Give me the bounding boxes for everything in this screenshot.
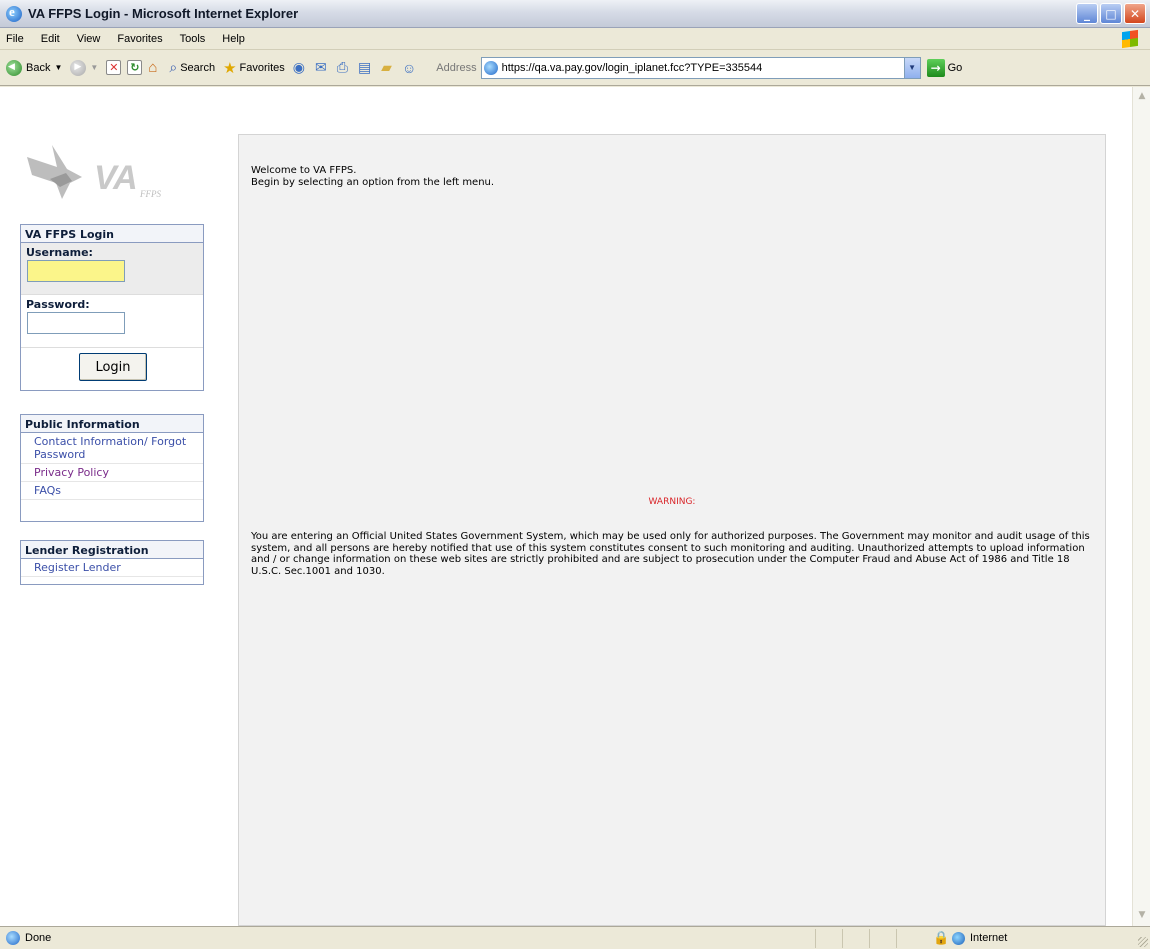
go-label: Go: [947, 61, 963, 74]
register-lender-link[interactable]: Register Lender: [21, 559, 203, 577]
username-field[interactable]: [27, 260, 125, 282]
search-button[interactable]: ⌕ Search: [169, 59, 215, 76]
edit-icon[interactable]: ▤: [358, 59, 371, 76]
address-dropdown-icon[interactable]: ▼: [903, 57, 920, 78]
login-panel: VA FFPS Login Username: Password: Login: [20, 224, 204, 391]
logo-subtext: FFPS: [140, 189, 161, 199]
lender-registration-panel: Lender Registration Register Lender: [20, 540, 204, 585]
zone-label: Internet: [970, 932, 1008, 944]
toolbar: Back ▼ ▼ ✕ ↻ ⌂ ⌕ Search ★ Favorites ◉ ✉ …: [0, 50, 1150, 86]
dropdown-arrow-icon: ▼: [54, 63, 63, 72]
main-content: Welcome to VA FFPS. Begin by selecting a…: [238, 134, 1106, 926]
refresh-icon[interactable]: ↻: [127, 60, 143, 75]
window-title: VA FFPS Login - Microsoft Internet Explo…: [28, 6, 299, 21]
favorites-star-icon: ★: [223, 59, 237, 77]
go-arrow-icon: →: [926, 58, 945, 77]
messenger-icon[interactable]: ☺: [402, 60, 416, 76]
windows-logo-icon: [1122, 29, 1138, 49]
public-information-panel: Public Information Contact Information/ …: [20, 414, 204, 522]
secure-lock-icon[interactable]: 🔒: [933, 930, 949, 946]
login-button[interactable]: Login: [79, 353, 147, 381]
address-bar[interactable]: https://qa.va.pay.gov/login_iplanet.fcc?…: [480, 56, 921, 79]
username-label: Username:: [26, 246, 93, 259]
page-icon: [483, 60, 498, 75]
menu-file[interactable]: File: [6, 33, 24, 45]
faqs-link[interactable]: FAQs: [21, 482, 203, 500]
window-controls: _ □ ✕: [1076, 3, 1146, 24]
instruction-line: Begin by selecting an option from the le…: [251, 177, 495, 188]
password-section: Password:: [21, 295, 203, 348]
va-ffps-logo: VA FFPS: [22, 137, 192, 207]
lender-registration-title: Lender Registration: [21, 541, 203, 559]
login-panel-title: VA FFPS Login: [21, 225, 203, 243]
logo-text: VA: [94, 159, 138, 197]
back-button[interactable]: Back ▼: [6, 59, 63, 76]
menu-help[interactable]: Help: [222, 33, 245, 45]
scroll-down-icon[interactable]: ▼: [1135, 908, 1149, 922]
privacy-policy-link[interactable]: Privacy Policy: [21, 464, 203, 482]
menu-view[interactable]: View: [77, 33, 101, 45]
password-label: Password:: [26, 298, 90, 311]
maximize-button[interactable]: □: [1100, 3, 1122, 24]
vertical-scrollbar[interactable]: ▲ ▼: [1132, 87, 1150, 926]
media-icon[interactable]: ◉: [293, 59, 305, 76]
forward-arrow-icon: [70, 59, 87, 76]
warning-title: WARNING:: [648, 497, 696, 507]
favorites-label: Favorites: [239, 61, 285, 74]
address-label: Address: [436, 61, 477, 74]
page-status-icon: [6, 931, 20, 945]
title-bar: VA FFPS Login - Microsoft Internet Explo…: [0, 0, 1150, 28]
close-button[interactable]: ✕: [1124, 3, 1146, 24]
warning-text: You are entering an Official United Stat…: [251, 531, 1090, 577]
page-viewport: VA FFPS VA FFPS Login Username: Password…: [0, 87, 1132, 926]
menu-favorites[interactable]: Favorites: [117, 33, 162, 45]
dropdown-arrow-icon: ▼: [90, 63, 99, 72]
password-field[interactable]: [27, 312, 125, 334]
mail-icon[interactable]: ✉: [315, 59, 327, 76]
eagle-icon: [27, 145, 82, 199]
menu-bar: File Edit View Favorites Tools Help: [0, 28, 1150, 50]
status-cells: [815, 929, 923, 948]
minimize-button[interactable]: _: [1076, 3, 1098, 24]
contact-forgot-password-link[interactable]: Contact Information/ Forgot Password: [21, 433, 203, 464]
menu-tools[interactable]: Tools: [180, 33, 206, 45]
go-button[interactable]: → Go: [926, 58, 963, 77]
public-information-title: Public Information: [21, 415, 203, 433]
forward-button[interactable]: ▼: [70, 59, 99, 76]
ie-icon: [6, 4, 22, 22]
status-bar: Done 🔒 Internet: [0, 926, 1150, 949]
status-text: Done: [25, 932, 52, 944]
scroll-up-icon[interactable]: ▲: [1135, 89, 1149, 103]
favorites-button[interactable]: ★ Favorites: [223, 59, 285, 77]
back-label: Back: [26, 61, 51, 74]
internet-zone-icon: [952, 932, 965, 945]
search-icon: ⌕: [169, 59, 178, 75]
resize-grip-icon[interactable]: [1138, 937, 1148, 947]
stop-icon[interactable]: ✕: [106, 60, 122, 75]
print-icon[interactable]: ⎙: [337, 59, 348, 76]
folder-icon[interactable]: ▰: [381, 59, 392, 76]
username-section: Username:: [21, 243, 203, 295]
menu-edit[interactable]: Edit: [41, 33, 60, 45]
back-arrow-icon: [6, 59, 22, 76]
welcome-message: Welcome to VA FFPS. Begin by selecting a…: [251, 165, 494, 189]
welcome-line: Welcome to VA FFPS.: [251, 165, 357, 176]
address-url[interactable]: https://qa.va.pay.gov/login_iplanet.fcc?…: [502, 62, 904, 74]
home-icon[interactable]: ⌂: [148, 59, 157, 76]
search-label: Search: [180, 61, 216, 74]
